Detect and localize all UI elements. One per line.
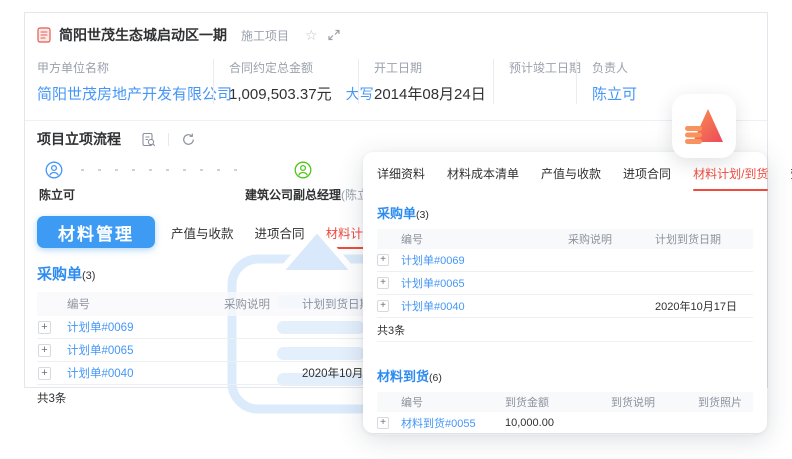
avatar-approver [294, 161, 312, 179]
app-logo [672, 94, 736, 158]
project-title-row: 简阳世茂生态城启动区一期 施工项目 ☆ [25, 13, 767, 45]
col-arrival-photo: 到货照片 [698, 394, 753, 410]
field-label: 甲方单位名称 [37, 59, 201, 76]
purchase-order-link[interactable]: 计划单#0040 [67, 365, 224, 381]
amount-text: 1,009,503.37元 [229, 83, 332, 104]
expand-icon[interactable] [328, 29, 340, 41]
field-label: 负责人 [592, 59, 743, 76]
contract-amount-value: 1,009,503.37元 大写 [229, 83, 346, 104]
section-title-text: 采购单 [377, 206, 416, 221]
table-header: 编号 到货金额 到货说明 到货照片 [377, 392, 753, 412]
cell-amount: 10,000.00 [505, 417, 611, 429]
project-fields: 甲方单位名称 简阳世茂房地产开发有限公司 合同约定总金额 1,009,503.3… [25, 45, 767, 121]
cell-date: 2020年10月17日 [655, 298, 753, 314]
material-detail-popup: 详细资料 材料成本清单 产值与收款 进项合同 材料计划/到货 劳务工人 采购单(… [363, 152, 767, 433]
table-row: + 计划单#0040 2020年10月17日 [377, 295, 753, 318]
flow-dotted-line [81, 169, 243, 171]
field-label: 开工日期 [374, 59, 481, 76]
col-number: 编号 [67, 296, 224, 312]
tab-input-contract[interactable]: 进项合同 [623, 165, 671, 191]
table-row: + 计划单#0069 [377, 249, 753, 272]
section-count: (6) [429, 372, 442, 384]
section-title-text: 材料到货 [377, 369, 429, 384]
flow-title: 项目立项流程 [37, 129, 121, 149]
popup-purchase-title: 采购单(3) [377, 203, 753, 222]
field-label: 合同约定总金额 [229, 59, 346, 76]
purchase-order-link[interactable]: 计划单#0065 [401, 275, 568, 291]
field-planned-finish-date: 预计竣工日期 [493, 59, 576, 104]
col-planned-date: 计划到货日期 [655, 231, 753, 247]
tab-detail-info[interactable]: 详细资料 [377, 165, 425, 191]
owner-company-link[interactable]: 简阳世茂房地产开发有限公司 [37, 83, 201, 104]
expand-row-button[interactable]: + [377, 254, 389, 266]
avatar-initiator [45, 161, 63, 179]
expand-row-button[interactable]: + [377, 277, 389, 289]
col-purchase-note: 采购说明 [568, 231, 655, 247]
purchase-order-link[interactable]: 计划单#0069 [67, 319, 224, 335]
col-number: 编号 [401, 231, 568, 247]
flow-chart-icon[interactable] [141, 132, 156, 147]
arrival-record-link[interactable]: 材料到货#0055 [401, 415, 505, 431]
project-title: 简阳世茂生态城启动区一期 [59, 25, 227, 45]
table-row: + 计划单#0065 [377, 272, 753, 295]
field-contract-amount: 合同约定总金额 1,009,503.37元 大写 [213, 59, 358, 104]
popup-arrival-table: 编号 到货金额 到货说明 到货照片 + 材料到货#0055 10,000.00 [377, 392, 753, 435]
triangle-bars-logo-icon [684, 106, 724, 146]
section-title-text: 采购单 [37, 266, 82, 283]
flow-step-initiator: 陈立可 [39, 186, 75, 203]
document-icon [37, 27, 51, 43]
tab-input-contract[interactable]: 进项合同 [255, 217, 305, 248]
divider [168, 133, 169, 146]
section-count: (3) [416, 209, 429, 221]
table-header: 编号 采购说明 计划到货日期 [377, 229, 753, 249]
col-number: 编号 [401, 394, 505, 410]
material-management-button[interactable]: 材料管理 [37, 216, 155, 248]
tab-material-cost-list[interactable]: 材料成本清单 [447, 165, 519, 191]
expand-row-button[interactable]: + [377, 300, 389, 312]
tab-output-and-collection[interactable]: 产值与收款 [171, 217, 234, 248]
expand-row-button[interactable]: + [377, 417, 389, 429]
purchase-order-link[interactable]: 计划单#0040 [401, 298, 568, 314]
col-arrival-note: 到货说明 [611, 394, 698, 410]
table-summary: 共3条 [377, 318, 753, 342]
field-owner-company: 甲方单位名称 简阳世茂房地产开发有限公司 [37, 59, 213, 104]
popup-arrival-title: 材料到货(6) [377, 366, 753, 385]
refresh-icon[interactable] [181, 132, 196, 147]
field-start-date: 开工日期 2014年08月24日 [358, 59, 493, 104]
expand-row-button[interactable]: + [38, 321, 51, 334]
purchase-order-link[interactable]: 计划单#0065 [67, 342, 224, 358]
popup-purchase-table: 编号 采购说明 计划到货日期 + 计划单#0069 + 计划单#0065 + 计… [377, 229, 753, 342]
tab-output-and-collection[interactable]: 产值与收款 [541, 165, 601, 191]
col-purchase-note: 采购说明 [224, 296, 302, 312]
col-arrival-amount: 到货金额 [505, 394, 611, 410]
planned-finish-date-value [509, 83, 564, 101]
section-count: (3) [82, 270, 95, 282]
start-date-value: 2014年08月24日 [374, 83, 481, 104]
project-type-tag: 施工项目 [241, 27, 289, 44]
expand-row-button[interactable]: + [38, 367, 51, 380]
table-row: + 材料到货#0055 10,000.00 [377, 412, 753, 435]
approver-role: 建筑公司副总经理 [245, 188, 341, 202]
favorite-star-icon[interactable]: ☆ [305, 28, 318, 42]
tab-material-plan-arrival[interactable]: 材料计划/到货 [693, 165, 768, 191]
purchase-order-link[interactable]: 计划单#0069 [401, 252, 568, 268]
expand-row-button[interactable]: + [38, 344, 51, 357]
field-label: 预计竣工日期 [509, 59, 564, 76]
